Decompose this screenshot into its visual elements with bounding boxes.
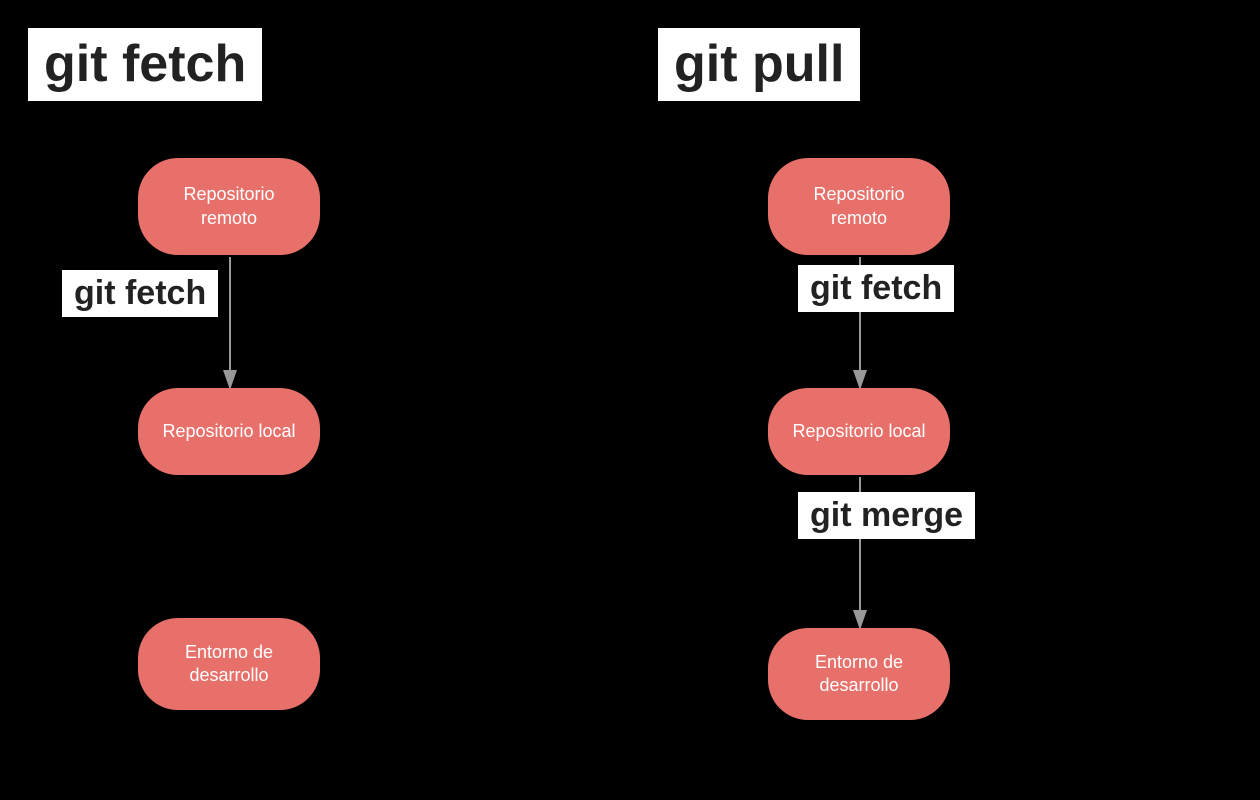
- left-cmd-fetch-label: git fetch: [74, 274, 206, 312]
- right-cmd-merge-box: git merge: [798, 492, 975, 539]
- right-node-local-label: Repositorio local: [792, 420, 925, 443]
- left-diagram: git fetch Repositorioremoto git fetch Re…: [0, 0, 630, 800]
- left-node-local-label: Repositorio local: [162, 420, 295, 443]
- right-node-local: Repositorio local: [768, 388, 950, 475]
- right-node-remote-label: Repositorioremoto: [813, 183, 904, 230]
- right-cmd-fetch-label: git fetch: [810, 269, 942, 307]
- right-title: git pull: [674, 35, 844, 93]
- left-title: git fetch: [44, 35, 246, 93]
- left-node-remote: Repositorioremoto: [138, 158, 320, 255]
- right-node-dev-label: Entorno dedesarrollo: [815, 651, 903, 698]
- left-node-dev-label: Entorno dedesarrollo: [185, 641, 273, 688]
- main-container: git fetch Repositorioremoto git fetch Re…: [0, 0, 1260, 800]
- right-title-box: git pull: [658, 28, 860, 101]
- left-title-box: git fetch: [28, 28, 262, 101]
- right-node-remote: Repositorioremoto: [768, 158, 950, 255]
- left-node-dev: Entorno dedesarrollo: [138, 618, 320, 710]
- left-node-local: Repositorio local: [138, 388, 320, 475]
- right-diagram: git pull Repositorioremoto git fetch Rep…: [630, 0, 1260, 800]
- right-cmd-merge-label: git merge: [810, 496, 963, 534]
- right-node-dev: Entorno dedesarrollo: [768, 628, 950, 720]
- right-cmd-fetch-box: git fetch: [798, 265, 954, 312]
- left-node-remote-label: Repositorioremoto: [183, 183, 274, 230]
- left-cmd-fetch-box: git fetch: [62, 270, 218, 317]
